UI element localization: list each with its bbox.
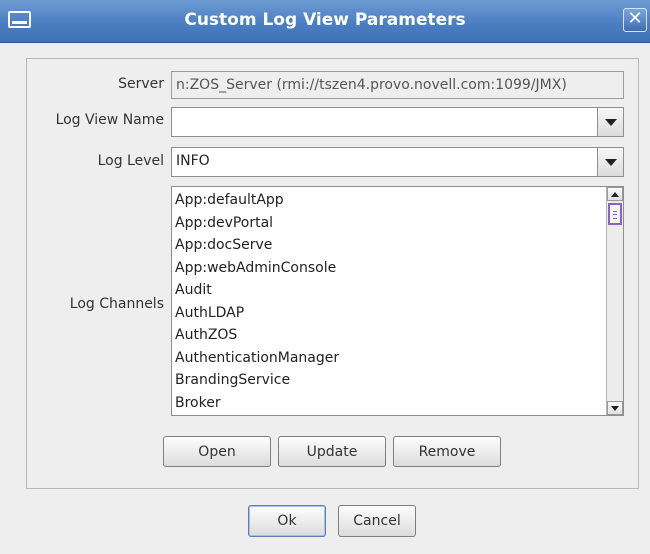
log-channels-list[interactable]: App:defaultApp App:devPortal App:docServ… <box>171 186 624 416</box>
update-button[interactable]: Update <box>278 436 386 467</box>
list-item[interactable]: Broker <box>174 392 603 415</box>
window-title: Custom Log View Parameters <box>184 10 466 30</box>
server-field: n:ZOS_Server (rmi://tszen4.provo.novell.… <box>171 71 624 99</box>
log-view-name-dropdown-button[interactable] <box>597 108 623 136</box>
title-bar: Custom Log View Parameters ✕ <box>0 0 650 43</box>
log-level-value: INFO <box>176 153 210 169</box>
close-button[interactable]: ✕ <box>623 8 647 32</box>
log-level-dropdown-button[interactable] <box>597 148 623 176</box>
list-item[interactable]: App:webAdminConsole <box>174 257 603 280</box>
list-item[interactable]: AuthLDAP <box>174 302 603 325</box>
log-level-label: Log Level <box>97 153 164 169</box>
chevron-down-icon <box>604 118 617 126</box>
list-item[interactable]: AuthenticationManager <box>174 347 603 370</box>
chevron-down-icon <box>604 158 617 166</box>
list-item[interactable]: Audit <box>174 279 603 302</box>
log-view-name-label: Log View Name <box>55 112 164 128</box>
open-button[interactable]: Open <box>163 436 271 467</box>
server-label: Server <box>118 76 164 92</box>
log-channels-items: App:defaultApp App:devPortal App:docServ… <box>174 189 603 414</box>
ok-button[interactable]: Ok <box>248 505 326 537</box>
list-item[interactable]: AuthZOS <box>174 324 603 347</box>
log-channels-label: Log Channels <box>69 296 164 312</box>
log-level-combo[interactable]: INFO <box>171 147 624 177</box>
list-scrollbar[interactable] <box>606 187 623 415</box>
list-item[interactable]: App:docServe <box>174 234 603 257</box>
scrollbar-thumb[interactable] <box>608 203 622 225</box>
scroll-down-button[interactable] <box>607 401 623 415</box>
remove-button[interactable]: Remove <box>393 436 501 467</box>
list-item[interactable]: BrandingService <box>174 369 603 392</box>
list-item[interactable]: App:defaultApp <box>174 189 603 212</box>
chevron-down-icon <box>611 405 619 411</box>
log-view-name-combo[interactable] <box>171 107 624 137</box>
scroll-up-button[interactable] <box>607 187 623 201</box>
chevron-up-icon <box>611 191 619 197</box>
server-value: n:ZOS_Server (rmi://tszen4.provo.novell.… <box>176 77 567 93</box>
list-item[interactable]: App:devPortal <box>174 212 603 235</box>
cancel-button[interactable]: Cancel <box>338 505 416 537</box>
